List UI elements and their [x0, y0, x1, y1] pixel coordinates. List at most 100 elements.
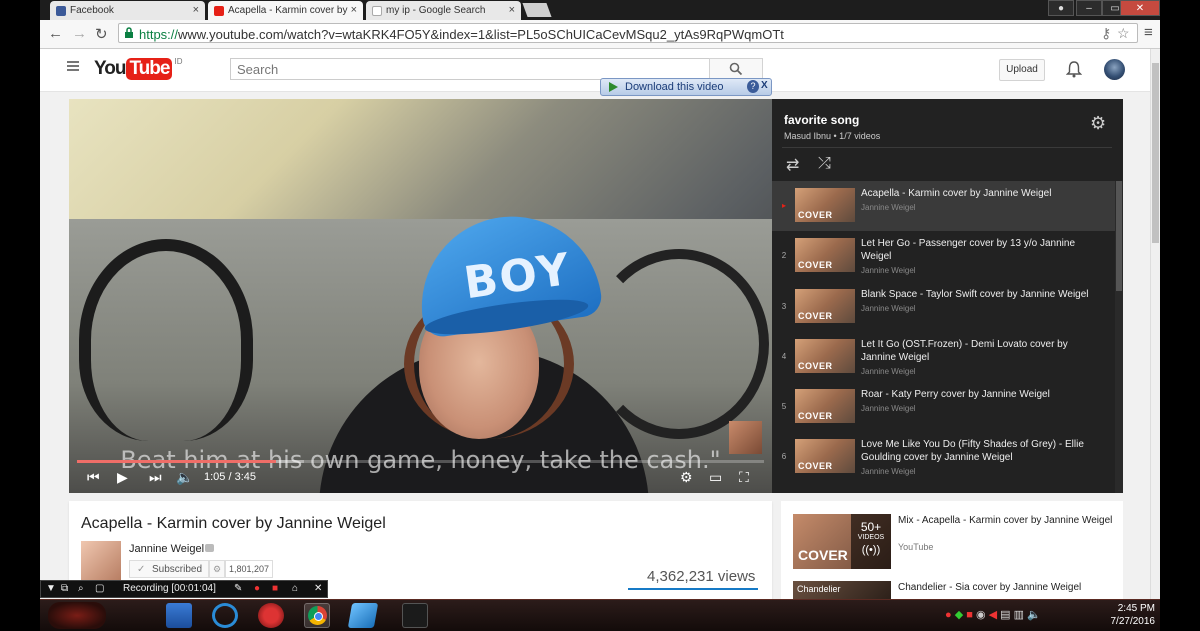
google-icon: [372, 5, 382, 16]
download-video-button[interactable]: Download this video ? X: [600, 78, 772, 96]
tab-youtube[interactable]: Acapella - Karmin cover by ×: [208, 1, 363, 20]
back-icon[interactable]: ←: [48, 25, 63, 42]
tray-icon[interactable]: ◆: [955, 609, 963, 621]
notepad-icon[interactable]: [347, 603, 379, 628]
mix-thumbnail[interactable]: COVER 50+ VIDEOS ((•)): [793, 514, 891, 569]
clock-time: 2:45 PM: [1117, 603, 1155, 614]
system-tray: ● ◆ ■ ◉ ◀ ▤ ▥ 🔈: [945, 608, 1041, 621]
forward-icon[interactable]: →: [72, 25, 87, 42]
recording-toolbar: ▼ ⧉ ⌕ ▢ Recording [00:01:04] ✎ ● ■ ⌂ ✕: [40, 580, 328, 598]
item-number: 6: [781, 452, 787, 461]
loop-icon[interactable]: ⇄: [786, 155, 799, 175]
minimize-button[interactable]: –: [1076, 0, 1102, 16]
list-item[interactable]: 2 COVER Let Her Go - Passenger cover by …: [772, 231, 1115, 281]
tab-google[interactable]: my ip - Google Search ×: [366, 1, 521, 20]
video-thumbnail[interactable]: Chandelier: [793, 581, 891, 600]
download-close-button[interactable]: X: [761, 80, 771, 93]
divider: [782, 147, 1112, 148]
upload-button[interactable]: Upload: [999, 59, 1045, 81]
console-icon[interactable]: [402, 603, 428, 628]
app-icon[interactable]: [258, 603, 284, 628]
subscription-settings-icon[interactable]: ⚙: [209, 560, 225, 578]
subscribe-button[interactable]: ✓ Subscribed: [129, 560, 209, 578]
tab-strip: Facebook × Acapella - Karmin cover by × …: [40, 0, 1160, 20]
youtube-logo[interactable]: You Tube ID: [94, 57, 182, 81]
close-icon[interactable]: ×: [351, 4, 357, 16]
settings-gear-icon[interactable]: ⚙: [680, 469, 693, 486]
mix-overlay: 50+ VIDEOS ((•)): [851, 514, 891, 569]
window-close-button[interactable]: ✕: [1120, 0, 1160, 16]
mix-title[interactable]: Mix - Acapella - Karmin cover by Jannine…: [898, 514, 1113, 527]
zoom-icon[interactable]: ⌕: [78, 583, 84, 594]
address-bar[interactable]: https://www.youtube.com/watch?v=wtaKRK4F…: [118, 23, 1138, 43]
play-pause-icon[interactable]: ▶: [117, 469, 128, 486]
star-icon[interactable]: ☆: [1117, 25, 1130, 42]
play-icon: [609, 82, 618, 92]
item-author: Jannine Weigel: [861, 467, 916, 476]
theater-mode-icon[interactable]: ▭: [709, 469, 722, 486]
related-video-title[interactable]: Chandelier - Sia cover by Jannine Weigel: [898, 582, 1081, 593]
new-tab-button[interactable]: [522, 3, 552, 17]
close-icon[interactable]: ×: [509, 4, 515, 16]
camera-icon[interactable]: ⌂: [292, 583, 298, 594]
key-icon[interactable]: ⚷: [1101, 25, 1111, 42]
user-icon[interactable]: ●: [1048, 0, 1074, 16]
tray-icon[interactable]: ●: [945, 609, 952, 621]
list-item[interactable]: 4 COVER Let It Go (OST.Frozen) - Demi Lo…: [772, 332, 1115, 382]
close-icon[interactable]: ✕: [314, 583, 322, 594]
tray-icon[interactable]: ◀: [989, 609, 997, 621]
playlist-settings-icon[interactable]: ⚙: [1090, 113, 1106, 134]
menu-icon[interactable]: ≡: [1144, 24, 1153, 41]
sentiment-bar: [628, 588, 758, 590]
item-number: 3: [781, 302, 787, 311]
playlist-scrollbar[interactable]: [1115, 181, 1123, 493]
list-item[interactable]: 3 COVER Blank Space - Taylor Swift cover…: [772, 282, 1115, 332]
channel-watermark[interactable]: [729, 421, 762, 454]
fullscreen-icon[interactable]: ⛶: [739, 469, 749, 486]
tray-icon[interactable]: ◉: [976, 609, 986, 621]
page-scrollbar[interactable]: [1150, 49, 1160, 599]
shuffle-icon[interactable]: ⤮: [818, 155, 831, 173]
tab-title: Facebook: [70, 5, 114, 16]
graffiti-shape: [589, 249, 769, 439]
network-icon[interactable]: ▥: [1014, 609, 1024, 621]
search-input[interactable]: Search: [230, 58, 710, 80]
list-item[interactable]: ▸ COVER Acapella - Karmin cover by Janni…: [772, 181, 1115, 231]
guide-menu-icon[interactable]: [67, 61, 79, 71]
volume-icon[interactable]: 🔈: [1027, 609, 1041, 621]
pen-icon[interactable]: ✎: [234, 583, 242, 594]
window-icon[interactable]: ⧉: [61, 583, 68, 594]
reload-icon[interactable]: ↻: [95, 25, 108, 43]
mix-count-label: VIDEOS: [857, 534, 885, 541]
tab-facebook[interactable]: Facebook ×: [50, 1, 205, 20]
video-player[interactable]: BOY Beat him at his own game, honey, tak…: [69, 99, 772, 493]
account-avatar[interactable]: [1104, 59, 1125, 80]
search-button[interactable]: [709, 58, 763, 80]
list-item[interactable]: 6 COVER Love Me Like You Do (Fifty Shade…: [772, 432, 1115, 482]
playlist-title[interactable]: favorite song: [784, 113, 880, 127]
windows-explorer-icon[interactable]: [166, 603, 192, 628]
tray-icon[interactable]: ■: [966, 609, 973, 621]
help-button[interactable]: ?: [747, 80, 759, 93]
stop-icon[interactable]: ■: [272, 583, 278, 594]
progress-bar[interactable]: [77, 460, 764, 463]
chrome-icon[interactable]: [304, 603, 330, 628]
list-item[interactable]: 5 COVER Roar - Katy Perry cover by Janni…: [772, 382, 1115, 432]
start-button[interactable]: [48, 602, 106, 629]
close-icon[interactable]: ×: [193, 4, 199, 16]
previous-icon[interactable]: ⏮: [87, 469, 100, 486]
browser-window: Facebook × Acapella - Karmin cover by × …: [40, 0, 1160, 630]
dropdown-icon[interactable]: ▼: [46, 583, 56, 594]
region-icon[interactable]: ▢: [95, 583, 104, 594]
volume-icon[interactable]: 🔈: [176, 469, 193, 486]
channel-avatar[interactable]: [81, 541, 121, 581]
bell-icon[interactable]: [1066, 60, 1082, 78]
clock[interactable]: 2:45 PM 7/27/2016: [1095, 602, 1156, 628]
media-player-icon[interactable]: [212, 603, 238, 628]
tray-icon[interactable]: ▤: [1000, 609, 1010, 621]
channel-name[interactable]: Jannine Weigel: [129, 543, 204, 555]
record-icon[interactable]: ●: [254, 583, 260, 594]
next-icon[interactable]: ⏭: [149, 469, 162, 486]
item-title: Love Me Like You Do (Fifty Shades of Gre…: [861, 439, 1084, 463]
video-thumbnail: COVER: [795, 339, 855, 373]
